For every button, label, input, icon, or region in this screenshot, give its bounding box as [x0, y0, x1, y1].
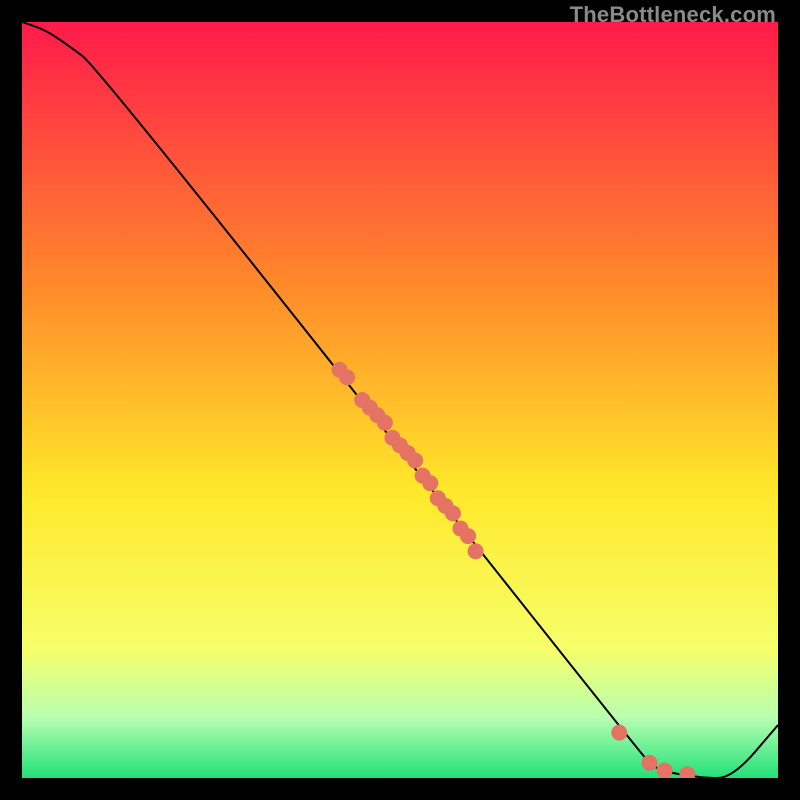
bottleneck-curve [22, 22, 778, 778]
data-marker [422, 475, 438, 491]
chart-overlay [22, 22, 778, 778]
data-marker [611, 725, 627, 741]
data-marker [468, 543, 484, 559]
data-marker [657, 762, 673, 778]
data-marker [460, 528, 476, 544]
data-marker [679, 766, 695, 778]
marker-group [332, 362, 696, 778]
data-marker [339, 369, 355, 385]
data-marker [445, 505, 461, 521]
data-marker [377, 415, 393, 431]
data-marker [641, 755, 657, 771]
data-marker [407, 452, 423, 468]
